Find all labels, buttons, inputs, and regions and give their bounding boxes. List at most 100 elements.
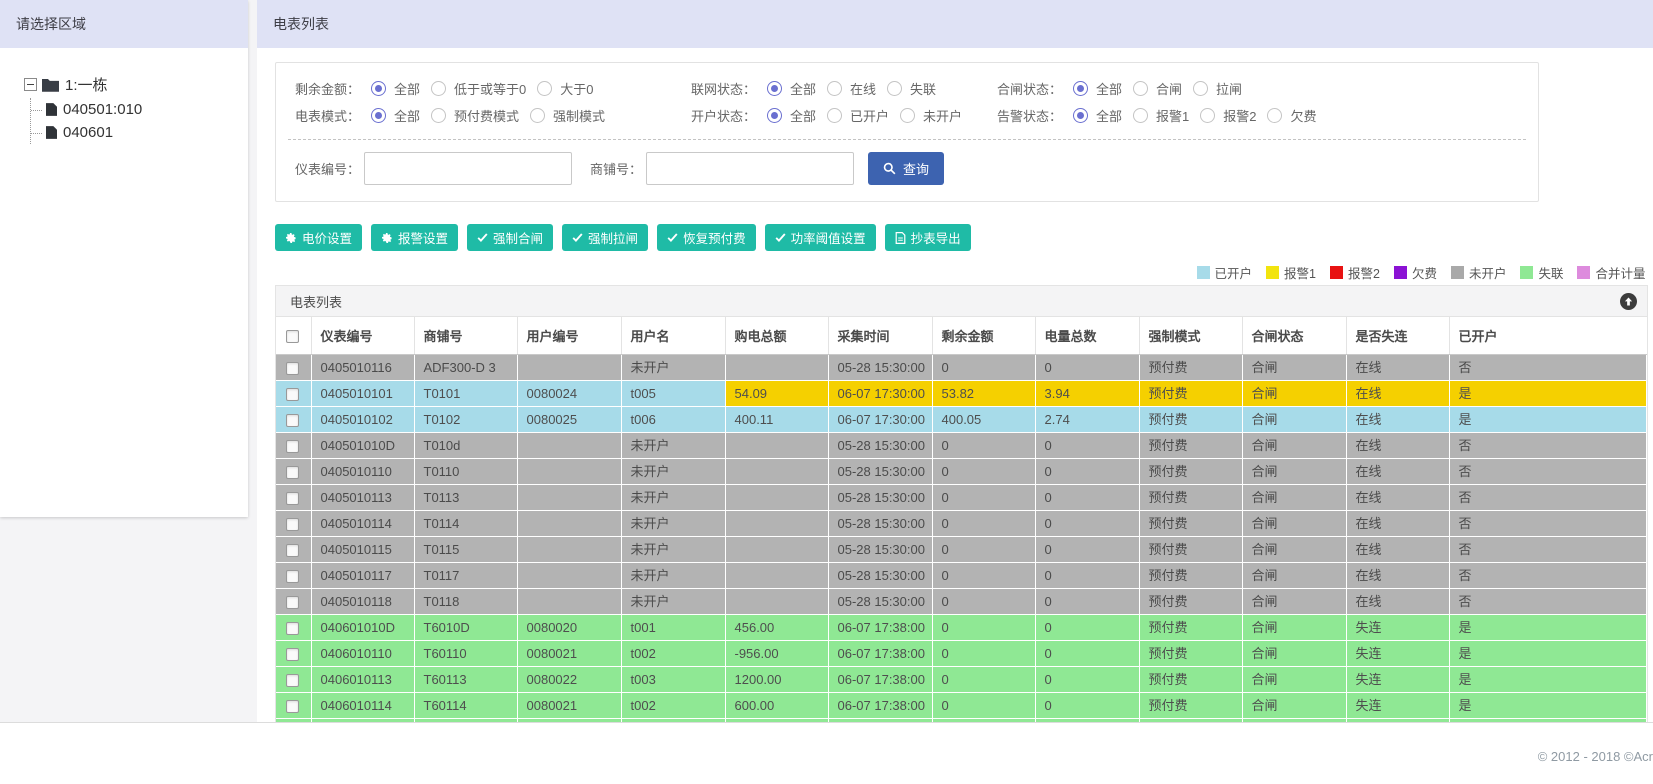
radio-switch-2[interactable]: 拉闸 <box>1193 79 1242 98</box>
radio-account-1[interactable]: 已开户 <box>827 106 889 125</box>
row-checkbox[interactable] <box>286 491 299 505</box>
table-cell: 预付费 <box>1139 406 1243 433</box>
radio-switch-0[interactable]: 全部 <box>1073 79 1122 98</box>
price-settings-button[interactable]: 电价设置 <box>275 224 363 251</box>
radio-balance-2[interactable]: 大于0 <box>537 79 593 98</box>
legend-label: 失联 <box>1538 267 1564 281</box>
radio-icon <box>900 108 916 123</box>
radio-network-0[interactable]: 全部 <box>767 79 816 98</box>
tree-node-meter[interactable]: 040601 <box>31 121 240 144</box>
select-all-checkbox[interactable] <box>286 329 299 343</box>
table-cell: 预付费 <box>1139 354 1243 381</box>
table-cell: 0 <box>932 666 1036 693</box>
collapse-icon[interactable] <box>24 78 37 91</box>
column-header: 仪表编号 <box>311 317 415 355</box>
column-header: 采集时间 <box>828 317 933 355</box>
legend-swatch <box>1577 266 1591 279</box>
filter-label: 开户状态： <box>690 109 756 124</box>
meter-table-panel: 电表列表 仪表编号 商铺号 用户编号 用户名 购电总额 采集时间 剩余金额 电量总数 强制模式合… <box>275 285 1648 724</box>
table-cell: 失连 <box>1346 614 1450 641</box>
radio-network-2[interactable]: 失联 <box>887 79 936 98</box>
radio-account-0[interactable]: 全部 <box>767 106 816 125</box>
tree-node-meter[interactable]: 040501:010 <box>31 98 240 121</box>
row-checkbox[interactable] <box>286 517 299 531</box>
radio-network-1[interactable]: 在线 <box>827 79 876 98</box>
table-cell: 在线 <box>1346 484 1450 511</box>
row-checkbox[interactable] <box>286 621 299 635</box>
table-cell: 预付费 <box>1139 432 1243 459</box>
row-checkbox[interactable] <box>286 543 299 557</box>
table-cell: 0 <box>932 614 1036 641</box>
row-checkbox[interactable] <box>286 699 299 713</box>
radio-icon <box>1267 108 1283 123</box>
table-cell: 在线 <box>1346 588 1450 615</box>
check-icon <box>775 232 786 243</box>
tree-node-label[interactable]: 1:一栋 <box>65 74 108 95</box>
table-cell: t006 <box>621 406 726 433</box>
alarm-settings-button[interactable]: 报警设置 <box>371 224 459 251</box>
row-checkbox[interactable] <box>286 387 299 401</box>
meter-export-button[interactable]: 抄表导出 <box>884 224 971 251</box>
tree-node-label[interactable]: 040601 <box>63 124 113 141</box>
row-checkbox[interactable] <box>286 673 299 687</box>
row-checkbox[interactable] <box>286 361 299 375</box>
radio-label: 强制模式 <box>553 109 606 124</box>
table-cell: 未开户 <box>621 432 726 459</box>
check-icon <box>572 232 583 243</box>
radio-alarm-1[interactable]: 报警1 <box>1133 106 1189 125</box>
row-checkbox[interactable] <box>286 595 299 609</box>
table-cell: 未开户 <box>621 562 726 589</box>
legend: 已开户 报警1 报警2 欠费 未开户 失联 合并计量 <box>275 264 1648 281</box>
table-cell: 0 <box>932 354 1036 381</box>
table-cell <box>725 588 829 615</box>
row-checkbox[interactable] <box>286 465 299 479</box>
force-open-button[interactable]: 强制拉闸 <box>562 224 649 251</box>
cell-checkbox <box>276 432 312 459</box>
table-cell: 是 <box>1449 406 1647 433</box>
row-checkbox[interactable] <box>286 569 299 583</box>
radio-balance-0[interactable]: 全部 <box>371 79 420 98</box>
radio-meter-mode-2[interactable]: 强制模式 <box>530 106 605 125</box>
table-cell: 0 <box>1035 432 1140 459</box>
meter-no-input[interactable] <box>364 152 572 185</box>
table-cell <box>725 484 829 511</box>
table-cell: 05-28 15:30:00 <box>828 562 933 589</box>
radio-account-2[interactable]: 未开户 <box>900 106 962 125</box>
shop-no-input[interactable] <box>646 152 854 185</box>
radio-switch-1[interactable]: 合闸 <box>1133 79 1182 98</box>
query-button[interactable]: 查询 <box>868 152 945 185</box>
row-checkbox[interactable] <box>286 647 299 661</box>
restore-prepaid-button[interactable]: 恢复预付费 <box>657 224 756 251</box>
cell-checkbox <box>276 614 312 641</box>
radio-meter-mode-1[interactable]: 预付费模式 <box>431 106 519 125</box>
power-threshold-button[interactable]: 功率阈值设置 <box>764 224 876 251</box>
radio-label: 全部 <box>1096 82 1123 97</box>
tree-node-label[interactable]: 040501:010 <box>63 101 142 118</box>
table-cell: 未开户 <box>621 588 726 615</box>
row-checkbox[interactable] <box>286 439 299 453</box>
tree-node-building[interactable]: 1:一栋 <box>24 74 240 95</box>
table-cell: 否 <box>1449 484 1647 511</box>
file-icon <box>46 126 57 139</box>
filter-group-network: 联网状态： 全部 在线 失联 <box>680 79 986 98</box>
radio-alarm-0[interactable]: 全部 <box>1073 106 1122 125</box>
radio-alarm-3[interactable]: 欠费 <box>1267 106 1317 125</box>
row-checkbox[interactable] <box>286 413 299 427</box>
force-close-button[interactable]: 强制合闸 <box>467 224 554 251</box>
radio-icon <box>827 108 843 123</box>
table-cell: t001 <box>621 614 726 641</box>
table-cell: 0 <box>932 562 1036 589</box>
button-label: 电价设置 <box>302 232 353 246</box>
filter-group-balance: 剩余金额： 全部 低于或等于0 大于0 <box>284 79 680 98</box>
radio-alarm-2[interactable]: 报警2 <box>1200 106 1256 125</box>
radio-meter-mode-0[interactable]: 全部 <box>371 106 420 125</box>
footer: © 2012 - 2018 ©Acr <box>0 722 1653 784</box>
collapse-up-icon[interactable] <box>1619 292 1637 310</box>
table-cell: T60114 <box>414 692 518 719</box>
column-header: 剩余金额 <box>932 317 1036 355</box>
table-row: 0406010110 T60110 0080021 t002 -956.00 06-07 … <box>276 640 1647 667</box>
folder-icon <box>42 78 59 92</box>
cell-checkbox <box>276 406 312 433</box>
table-cell: T60110 <box>414 640 518 667</box>
radio-balance-1[interactable]: 低于或等于0 <box>431 79 526 98</box>
